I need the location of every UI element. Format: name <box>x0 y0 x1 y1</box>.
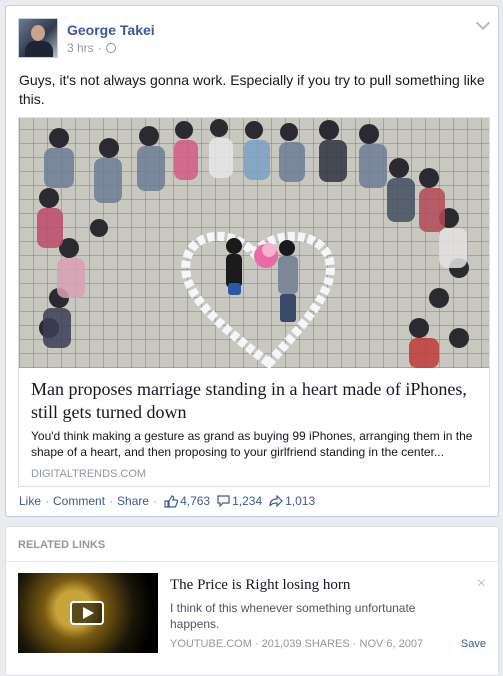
author-name[interactable]: George Takei <box>67 22 155 38</box>
link-description: You'd think making a gesture as grand as… <box>31 429 473 459</box>
play-icon[interactable] <box>70 601 104 625</box>
globe-icon[interactable] <box>105 43 116 53</box>
shares-count-value: 1,013 <box>285 494 316 508</box>
related-link-description: I think of this whenever something unfor… <box>170 601 416 631</box>
likes-count-value: 4,763 <box>180 494 211 508</box>
action-separator: · <box>153 494 158 508</box>
post-actions: Like · Comment · Share · 4,763 1,234 1,0… <box>19 494 315 508</box>
feed-post: George Takei 3 hrs · Guys, it's not alwa… <box>5 5 499 517</box>
meta-separator: · <box>97 41 102 55</box>
thumbs-up-icon <box>164 494 179 508</box>
share-button[interactable]: Share <box>117 494 149 508</box>
comment-icon <box>217 495 230 507</box>
related-link-title[interactable]: The Price is Right losing horn <box>170 577 350 594</box>
divider <box>6 561 498 562</box>
related-link-meta: YOUTUBE.COM · 201,039 SHARES · NOV 6, 20… <box>170 638 424 650</box>
action-separator: · <box>45 494 50 508</box>
link-domain: DIGITALTRENDS.COM <box>31 468 147 480</box>
save-button[interactable]: Save <box>461 638 486 650</box>
comment-button[interactable]: Comment <box>53 494 105 508</box>
related-video-thumbnail[interactable] <box>18 573 158 653</box>
comments-count-value: 1,234 <box>232 494 263 508</box>
post-timestamp[interactable]: 3 hrs <box>67 41 94 55</box>
comments-count[interactable]: 1,234 <box>217 494 262 508</box>
action-separator: · <box>109 494 114 508</box>
link-preview-image[interactable] <box>19 118 489 368</box>
likes-count[interactable]: 4,763 <box>164 494 210 508</box>
link-preview-card[interactable]: Man proposes marriage standing in a hear… <box>18 117 490 487</box>
like-button[interactable]: Like <box>19 494 41 508</box>
close-icon[interactable]: × <box>477 575 486 593</box>
post-meta: 3 hrs · <box>67 41 116 55</box>
post-message: Guys, it's not always gonna work. Especi… <box>19 72 485 107</box>
chevron-down-icon[interactable] <box>475 15 491 31</box>
author-avatar[interactable] <box>18 18 58 58</box>
shares-count[interactable]: 1,013 <box>269 494 315 508</box>
related-links-panel: RELATED LINKS The Price is Right losing … <box>5 526 499 676</box>
share-arrow-icon <box>269 495 283 507</box>
related-links-header: RELATED LINKS <box>18 539 106 551</box>
link-title[interactable]: Man proposes marriage standing in a hear… <box>31 378 481 424</box>
